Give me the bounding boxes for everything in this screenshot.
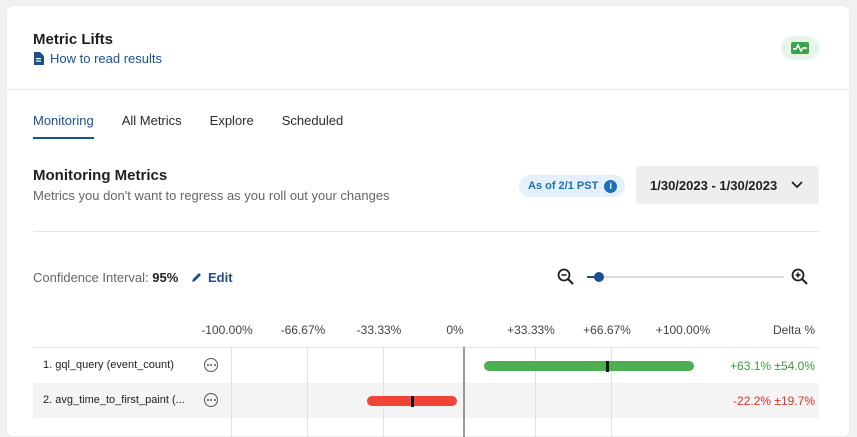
section-divider <box>33 231 819 232</box>
point-estimate-marker <box>605 360 609 372</box>
card-title: Metric Lifts <box>33 31 114 48</box>
as-of-label: As of 2/1 PST <box>528 180 599 192</box>
axis-tick-label: +33.33% <box>507 323 555 337</box>
edit-confidence-button[interactable]: Edit <box>191 270 233 285</box>
axis-tick-label: -100.00% <box>201 323 253 337</box>
more-options-icon[interactable] <box>204 393 218 407</box>
pulse-icon <box>791 42 809 54</box>
axis-tick-label: 0% <box>446 323 464 337</box>
metric-name: 1. gql_query (event_count) <box>43 359 174 371</box>
edit-label: Edit <box>208 270 233 285</box>
health-check-button[interactable] <box>781 36 819 60</box>
card-header: Metric Lifts How to read results <box>7 6 849 90</box>
tab-all-metrics[interactable]: All Metrics <box>122 113 182 139</box>
tab-bar: Monitoring All Metrics Explore Scheduled <box>33 113 371 139</box>
delta-value: +63.1% ±54.0% <box>730 359 815 373</box>
delta-column-header: Delta % <box>773 323 816 337</box>
tab-monitoring[interactable]: Monitoring <box>33 113 94 139</box>
tab-explore[interactable]: Explore <box>210 113 254 139</box>
section-subtitle: Metrics you don't want to regress as you… <box>33 188 390 203</box>
point-estimate-marker <box>411 395 415 407</box>
axis-tick-label: +100.00% <box>655 323 711 337</box>
how-to-read-label: How to read results <box>50 51 162 66</box>
info-icon: i <box>604 179 618 193</box>
zoom-in-icon[interactable] <box>791 268 809 286</box>
axis-tick-label: -66.67% <box>280 323 326 337</box>
delta-value: -22.2% ±19.7% <box>733 394 815 408</box>
axis-tick-label: +66.67% <box>583 323 631 337</box>
metric-name: 2. avg_time_to_first_paint (... <box>43 394 185 406</box>
tab-scheduled[interactable]: Scheduled <box>282 113 343 139</box>
table-row[interactable]: 1. gql_query (event_count) +63.1% ±54.0% <box>33 348 819 383</box>
zoom-out-icon[interactable] <box>557 268 575 286</box>
date-range-value: 1/30/2023 - 1/30/2023 <box>650 177 778 193</box>
chevron-down-icon <box>791 181 803 189</box>
confidence-bar[interactable] <box>483 361 694 371</box>
more-options-icon[interactable] <box>204 358 218 372</box>
confidence-value: 95% <box>152 270 179 285</box>
date-range-picker[interactable]: 1/30/2023 - 1/30/2023 <box>636 166 819 204</box>
metric-lifts-card: Metric Lifts How to read results Monitor… <box>7 6 849 437</box>
axis-tick-label: -33.33% <box>356 323 402 337</box>
how-to-read-link[interactable]: How to read results <box>33 51 162 66</box>
section-title: Monitoring Metrics <box>33 167 168 184</box>
zoom-slider-thumb[interactable] <box>594 272 604 282</box>
pencil-icon <box>192 273 201 282</box>
confidence-interval: Confidence Interval: 95% <box>33 270 178 285</box>
document-icon <box>34 52 44 65</box>
confidence-label: Confidence Interval: <box>33 270 149 285</box>
zoom-slider-track[interactable] <box>587 276 784 278</box>
as-of-badge[interactable]: As of 2/1 PST i <box>519 175 626 197</box>
